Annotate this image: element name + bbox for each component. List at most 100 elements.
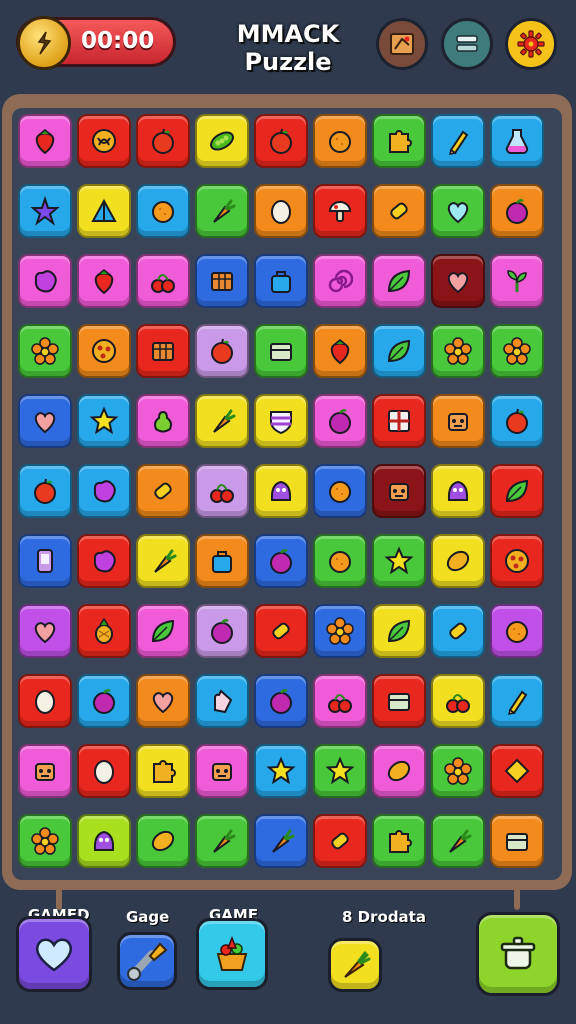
tile-puzzle[interactable] [136, 744, 190, 798]
tile-pea-pod[interactable] [195, 114, 249, 168]
tile-strawberry[interactable] [313, 324, 367, 378]
tile-pizza[interactable] [490, 534, 544, 588]
tile-cherry[interactable] [431, 674, 485, 728]
tile-egg[interactable] [18, 674, 72, 728]
tile-leaf[interactable] [490, 464, 544, 518]
tile-leaf[interactable] [136, 604, 190, 658]
tile-plum[interactable] [313, 394, 367, 448]
game-button[interactable] [196, 918, 268, 990]
tile-monster[interactable] [77, 814, 131, 868]
tile-lemon[interactable] [136, 814, 190, 868]
tile-orange[interactable] [136, 184, 190, 238]
tile-blob[interactable] [77, 464, 131, 518]
tile-candy[interactable] [431, 604, 485, 658]
tile-pizza[interactable] [77, 324, 131, 378]
tile-tent[interactable] [77, 184, 131, 238]
tile-pretzel[interactable] [77, 114, 131, 168]
tile-orange[interactable] [490, 604, 544, 658]
tile-spiral[interactable] [313, 254, 367, 308]
map-button[interactable] [376, 18, 428, 70]
tile-candy[interactable] [313, 814, 367, 868]
tile-heart[interactable] [136, 674, 190, 728]
tile-strawberry[interactable] [77, 254, 131, 308]
tile-apple[interactable] [136, 114, 190, 168]
tile-carrot[interactable] [431, 814, 485, 868]
tile-plum[interactable] [77, 674, 131, 728]
tile-window[interactable] [372, 394, 426, 448]
tile-sprout[interactable] [490, 254, 544, 308]
tile-leaf[interactable] [372, 324, 426, 378]
tile-shield[interactable] [254, 394, 308, 448]
tile-star[interactable] [313, 744, 367, 798]
tile-leaf[interactable] [372, 604, 426, 658]
tile-candy[interactable] [372, 184, 426, 238]
tile-flower[interactable] [431, 744, 485, 798]
tile-crate[interactable] [136, 324, 190, 378]
tile-plum[interactable] [254, 534, 308, 588]
tile-star[interactable] [254, 744, 308, 798]
tile-carrot[interactable] [195, 184, 249, 238]
tile-bag[interactable] [254, 254, 308, 308]
cook-button[interactable] [476, 912, 560, 996]
tile-candy[interactable] [136, 464, 190, 518]
tile-blob[interactable] [18, 254, 72, 308]
tile-flower[interactable] [431, 324, 485, 378]
tile-flower[interactable] [313, 604, 367, 658]
tile-strawberry[interactable] [18, 114, 72, 168]
tile-bag[interactable] [195, 534, 249, 588]
tile-carrot[interactable] [195, 394, 249, 448]
tile-star[interactable] [372, 534, 426, 588]
tile-mushroom[interactable] [313, 184, 367, 238]
tile-crate[interactable] [195, 254, 249, 308]
tile-starfish[interactable] [18, 184, 72, 238]
tile-box[interactable] [490, 814, 544, 868]
tile-carrot[interactable] [195, 814, 249, 868]
tile-carrot[interactable] [136, 534, 190, 588]
tile-orange[interactable] [313, 464, 367, 518]
tile-plum[interactable] [490, 184, 544, 238]
tile-flower[interactable] [18, 324, 72, 378]
tile-puzzle[interactable] [372, 814, 426, 868]
tile-plum[interactable] [195, 604, 249, 658]
tile-lemon[interactable] [372, 744, 426, 798]
tile-heart[interactable] [18, 604, 72, 658]
tile-robot[interactable] [372, 464, 426, 518]
tile-apple[interactable] [195, 324, 249, 378]
tile-egg[interactable] [77, 744, 131, 798]
tile-pear[interactable] [136, 394, 190, 448]
tile-orange[interactable] [313, 114, 367, 168]
tile-blob[interactable] [77, 534, 131, 588]
tile-orange[interactable] [313, 534, 367, 588]
tile-box[interactable] [372, 674, 426, 728]
tile-cherry[interactable] [136, 254, 190, 308]
tile-flower[interactable] [18, 814, 72, 868]
tile-egg[interactable] [254, 184, 308, 238]
tile-plum[interactable] [254, 674, 308, 728]
tile-apple[interactable] [18, 464, 72, 518]
tile-apple[interactable] [490, 394, 544, 448]
tile-apple[interactable] [254, 114, 308, 168]
tile-heart[interactable] [431, 254, 485, 308]
tile-lemon[interactable] [431, 534, 485, 588]
tile-robot[interactable] [431, 394, 485, 448]
tile-candy[interactable] [254, 604, 308, 658]
tile-puzzle[interactable] [372, 114, 426, 168]
tile-carrot[interactable] [254, 814, 308, 868]
tile-star[interactable] [77, 394, 131, 448]
gamed-button[interactable] [16, 916, 92, 992]
tile-monster[interactable] [254, 464, 308, 518]
tile-robot[interactable] [18, 744, 72, 798]
tile-cherry[interactable] [313, 674, 367, 728]
tile-flower[interactable] [490, 324, 544, 378]
tile-hand[interactable] [195, 674, 249, 728]
tile-monster[interactable] [431, 464, 485, 518]
drodata-button[interactable] [328, 938, 382, 992]
tile-robot[interactable] [195, 744, 249, 798]
tile-leaf[interactable] [372, 254, 426, 308]
tile-pineapple[interactable] [77, 604, 131, 658]
tile-heart[interactable] [18, 394, 72, 448]
tile-heart-gem[interactable] [431, 184, 485, 238]
tile-pencil[interactable] [431, 114, 485, 168]
tile-box[interactable] [254, 324, 308, 378]
tile-cherry[interactable] [195, 464, 249, 518]
